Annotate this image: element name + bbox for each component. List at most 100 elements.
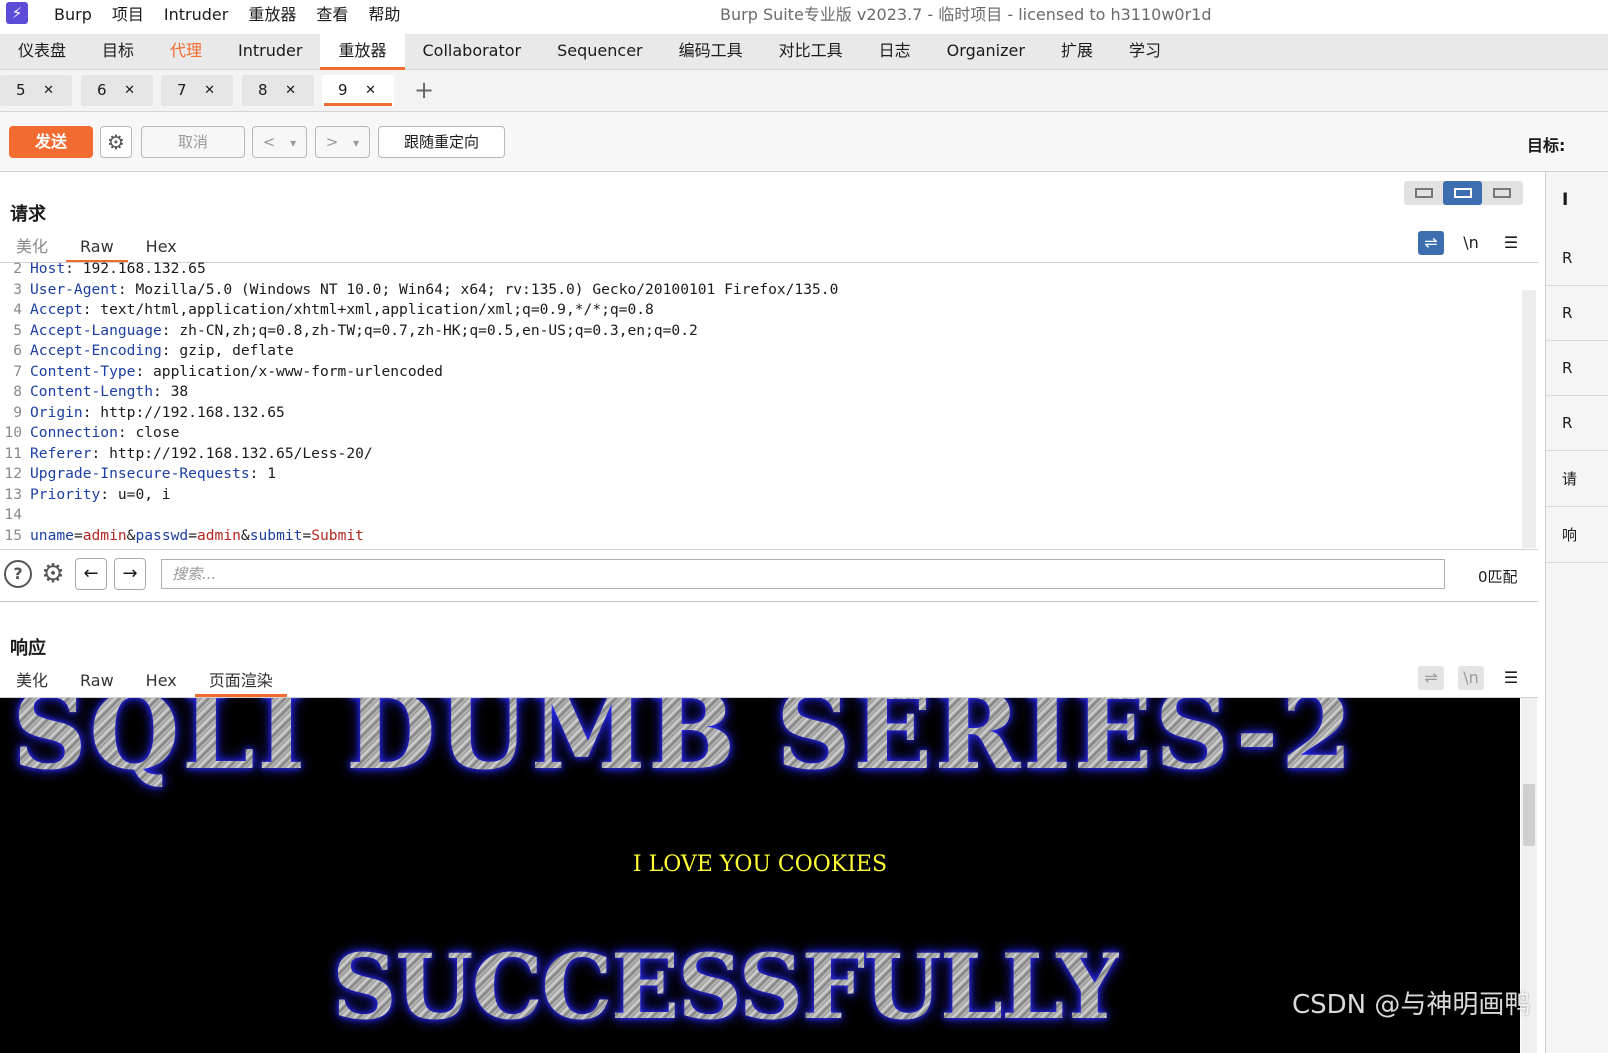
menu-burp[interactable]: Burp [54, 4, 92, 26]
wrap-lines-icon[interactable]: ⇌ [1418, 666, 1444, 690]
header-name: User-Agent [30, 280, 118, 298]
header-value: text/html,application/xhtml+xml,applicat… [91, 301, 654, 318]
menu-project[interactable]: 项目 [112, 4, 144, 26]
tab-proxy[interactable]: 代理 [152, 34, 220, 70]
repeater-tab-7[interactable]: 7 ✕ [161, 75, 233, 106]
menu-intruder[interactable]: Intruder [164, 4, 228, 26]
request-title: 请求 [10, 204, 46, 225]
settings-gear-icon[interactable]: ⚙ [39, 560, 67, 588]
header-value: u=0, i [109, 485, 171, 503]
tab-decoder[interactable]: 编码工具 [661, 34, 761, 70]
search-next-icon[interactable]: → [114, 558, 146, 590]
inspector-item[interactable]: R [1546, 286, 1608, 341]
inspector-title: I [1562, 190, 1569, 210]
inspector-item[interactable]: R [1546, 341, 1608, 396]
inspector-item[interactable]: 请 [1546, 452, 1608, 507]
line-number: 10 [4, 424, 22, 441]
inspector-item[interactable]: R [1546, 231, 1608, 286]
request-line: 7 Content-Type: application/x-www-form-ur… [0, 362, 443, 383]
help-icon[interactable]: ? [4, 560, 32, 588]
param-key: submit [249, 526, 303, 544]
header-value: http://192.168.132.65 [91, 403, 285, 421]
divider [0, 549, 1538, 550]
header-value: Mozilla/5.0 (Windows NT 10.0; Win64; x64… [126, 280, 839, 298]
wrap-lines-icon[interactable]: ⇌ [1418, 231, 1444, 255]
tab-repeater[interactable]: 重放器 [320, 34, 405, 70]
close-icon[interactable]: ✕ [204, 75, 215, 106]
layout-stacked-icon[interactable] [1443, 181, 1482, 205]
line-number: 12 [4, 465, 22, 482]
search-input[interactable] [161, 559, 1445, 589]
layout-side-by-side-icon[interactable] [1404, 181, 1443, 205]
tab-sequencer[interactable]: Sequencer [539, 34, 661, 70]
header-value: http://192.168.132.65/Less-20/ [100, 444, 373, 462]
line-number: 5 [13, 321, 22, 339]
repeater-tab-5[interactable]: 5 ✕ [0, 75, 72, 106]
request-editor[interactable]: 2 Host: 192.168.132.65 3 User-Agent: Mozil… [0, 259, 1522, 550]
tab-pretty[interactable]: 美化 [0, 667, 64, 697]
header-value: close [126, 424, 180, 441]
settings-gear-icon[interactable]: ⚙ [100, 126, 132, 158]
tab-extensions[interactable]: 扩展 [1043, 34, 1111, 70]
request-line: 12 Upgrade-Insecure-Requests: 1 [0, 464, 276, 485]
request-line: 3 User-Agent: Mozilla/5.0 (Windows NT 10.… [0, 280, 838, 301]
follow-redirect-button[interactable]: 跟随重定向 [378, 126, 505, 158]
tab-dashboard[interactable]: 仪表盘 [0, 34, 84, 70]
request-scrollbar[interactable] [1522, 290, 1536, 548]
close-icon[interactable]: ✕ [365, 75, 376, 106]
tab-raw[interactable]: Raw [64, 667, 130, 697]
tab-learn[interactable]: 学习 [1111, 34, 1179, 70]
tab-target[interactable]: 目标 [84, 34, 152, 70]
show-newlines-icon[interactable]: \n [1458, 666, 1484, 690]
header-name: Referer [30, 444, 92, 462]
menu-icon[interactable]: ☰ [1498, 231, 1524, 255]
layout-tabbed-icon[interactable] [1482, 181, 1521, 205]
close-icon[interactable]: ✕ [43, 75, 54, 106]
header-name: Accept-Language [30, 321, 162, 339]
success-banner: SUCCESSFULLY [332, 934, 1121, 1040]
header-name: Connection [30, 424, 118, 441]
cancel-button[interactable]: 取消 [141, 126, 245, 158]
send-button[interactable]: 发送 [9, 126, 93, 158]
line-number: 14 [4, 506, 22, 523]
param-value: Submit [311, 526, 364, 544]
repeater-tab-6[interactable]: 6 ✕ [81, 75, 153, 106]
tab-comparer[interactable]: 对比工具 [761, 34, 861, 70]
menu-icon[interactable]: ☰ [1498, 666, 1524, 690]
add-tab-icon[interactable]: + [414, 74, 434, 106]
tab-collaborator[interactable]: Collaborator [405, 34, 540, 70]
request-editor-icons: ⇌ \n ☰ [1404, 231, 1524, 255]
tab-logger[interactable]: 日志 [861, 34, 929, 70]
show-newlines-icon[interactable]: \n [1458, 231, 1484, 255]
toolbar: 发送 ⚙ 取消 < ▾ > ▾ 跟随重定向 目标: [0, 112, 1608, 172]
header-value: gzip, deflate [170, 342, 294, 359]
response-title: 响应 [10, 638, 46, 659]
search-bar: ? ⚙ ← → 0匹配 [0, 552, 1538, 602]
request-line: 9 Origin: http://192.168.132.65 [0, 403, 285, 424]
header-name: Origin [30, 403, 83, 421]
repeater-tab-8[interactable]: 8 ✕ [242, 75, 314, 106]
close-icon[interactable]: ✕ [124, 75, 135, 106]
repeater-tab-9[interactable]: 9 ✕ [322, 75, 394, 106]
tab-render[interactable]: 页面渲染 [193, 667, 289, 697]
watermark: CSDN @与神明画鸭 [1292, 990, 1531, 1020]
line-number: 3 [13, 280, 22, 298]
header-name: Priority [30, 485, 101, 503]
tab-hex[interactable]: Hex [130, 667, 193, 697]
close-icon[interactable]: ✕ [285, 75, 296, 106]
request-line: 6 Accept-Encoding: gzip, deflate [0, 341, 294, 362]
inspector-item[interactable]: R [1546, 396, 1608, 451]
inspector-item[interactable]: 响 [1546, 508, 1608, 563]
chevron-down-icon[interactable]: ▾ [290, 136, 296, 150]
history-forward-button[interactable]: > ▾ [315, 126, 370, 158]
menu-repeater[interactable]: 重放器 [248, 4, 296, 26]
request-line: 2 Host: 192.168.132.65 [0, 259, 206, 280]
search-previous-icon[interactable]: ← [75, 558, 107, 590]
menu-view[interactable]: 查看 [316, 4, 348, 26]
tab-intruder[interactable]: Intruder [220, 34, 320, 70]
menu-help[interactable]: 帮助 [368, 4, 400, 26]
tab-organizer[interactable]: Organizer [929, 34, 1043, 70]
chevron-down-icon[interactable]: ▾ [353, 136, 359, 150]
scrollbar-thumb[interactable] [1523, 784, 1535, 846]
history-back-button[interactable]: < ▾ [252, 126, 307, 158]
